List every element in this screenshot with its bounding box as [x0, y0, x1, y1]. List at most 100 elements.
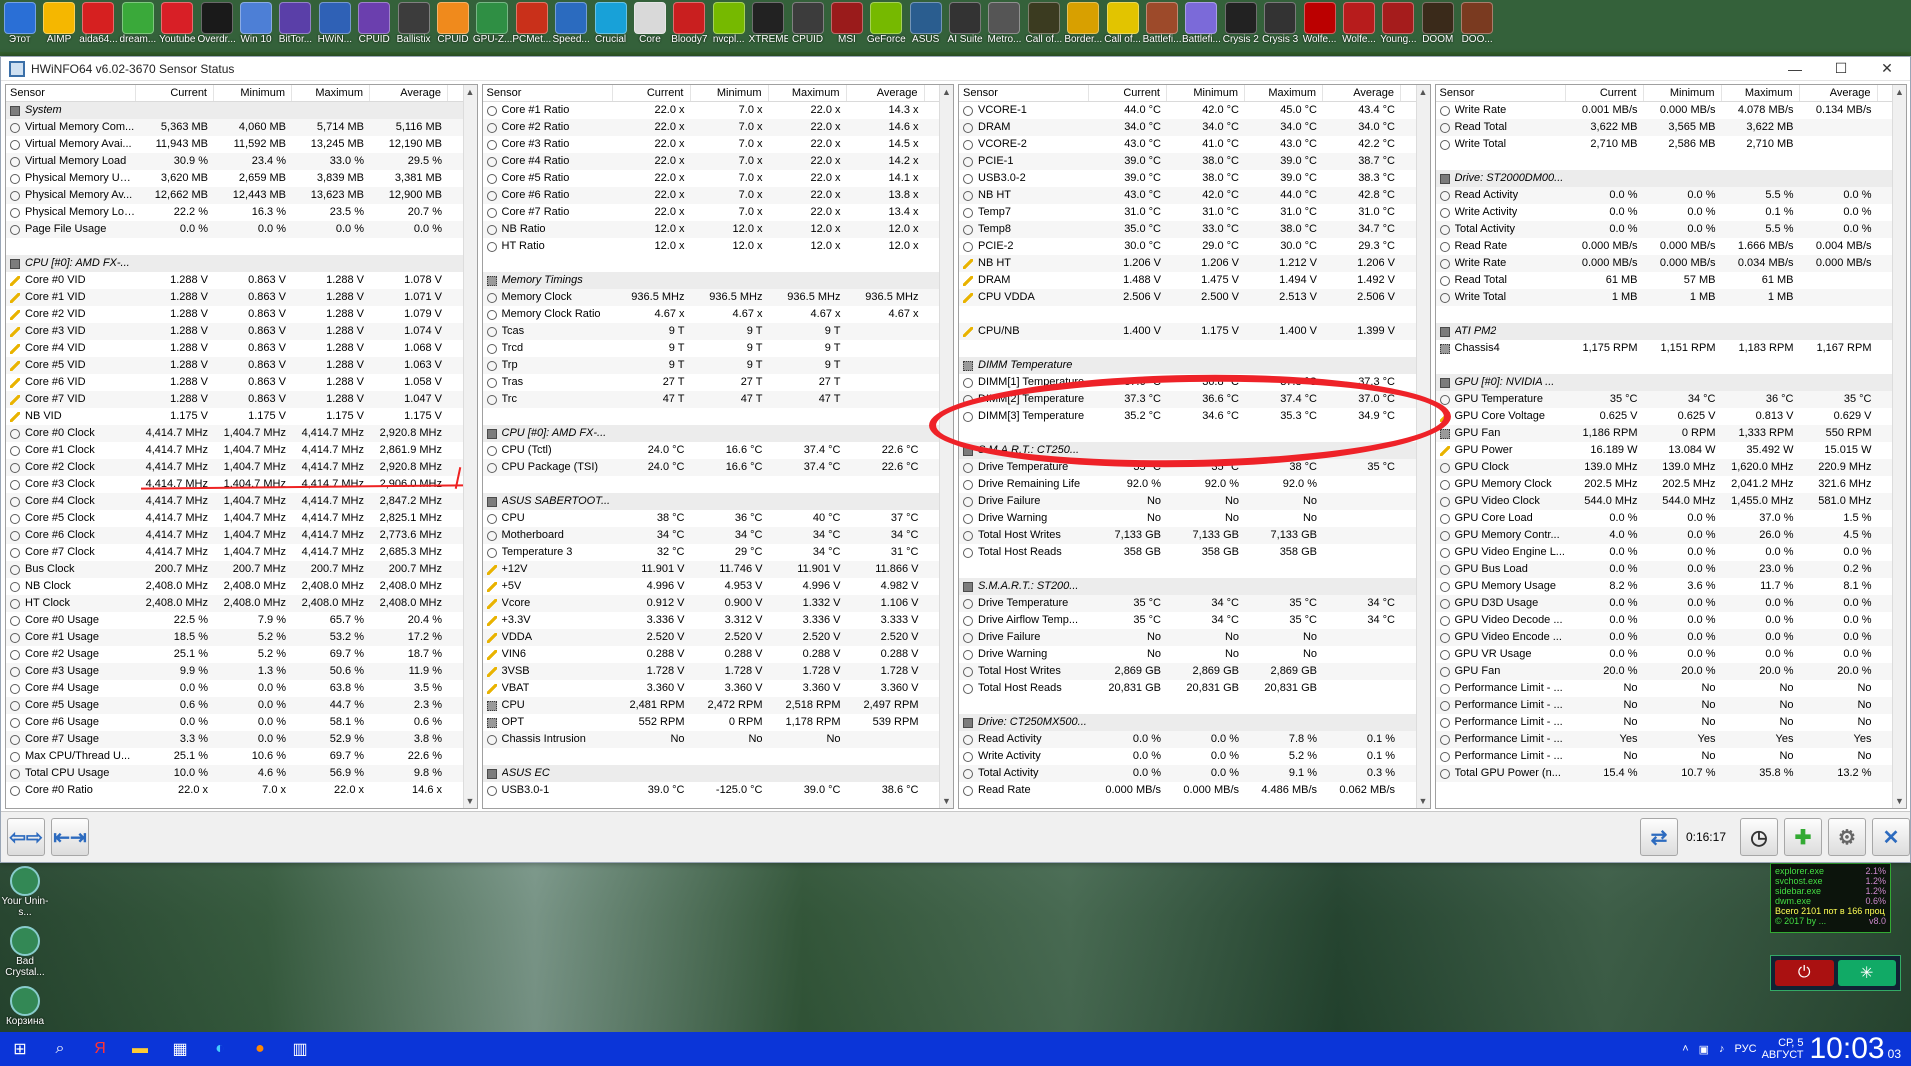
- sensor-row[interactable]: Write Rate 0.001 MB/s 0.000 MB/s 4.078 MB/s…: [1436, 102, 1907, 119]
- column-header-maximum[interactable]: Maximum: [1722, 85, 1800, 101]
- sensor-row[interactable]: Virtual Memory Load 30.9 % 23.4 % 33.0 % 29.…: [6, 153, 477, 170]
- sensor-row[interactable]: Write Rate 0.000 MB/s 0.000 MB/s 0.034 MB/s…: [1435, 255, 1906, 272]
- scroll-up-icon[interactable]: ▲: [942, 87, 951, 97]
- sensor-row[interactable]: Read Activity 0.0 % 0.0 % 5.5 % 0.0 %: [1435, 187, 1906, 204]
- desktop-shortcut[interactable]: Border...: [1064, 0, 1103, 52]
- sensor-row[interactable]: Read Rate 0.000 MB/s 0.000 MB/s 1.666 MB/s 0…: [1436, 238, 1907, 255]
- close-sensors-icon[interactable]: ✕: [1872, 818, 1910, 856]
- sensor-row[interactable]: Max CPU/Thread U... 25.1 % 10.6 % 69.7 % 22.…: [6, 748, 477, 765]
- sensor-row[interactable]: GPU Video Encode ... 0.0 % 0.0 % 0.0 % 0.0 %: [1435, 629, 1906, 646]
- edge-icon[interactable]: ◐: [200, 1032, 240, 1066]
- sensor-row[interactable]: Total CPU Usage 10.0 % 4.6 % 56.9 % 9.8 %: [6, 765, 477, 782]
- sensor-row[interactable]: CPU/NB 1.400 V 1.175 V 1.400 V 1.399 V: [959, 323, 1430, 340]
- sensor-group-header[interactable]: S.M.A.R.T.: CT250...: [959, 442, 1430, 459]
- sensor-group-header[interactable]: System: [6, 102, 477, 119]
- sensor-row[interactable]: Temperature 3 32 °C 29 °C 34 °C 31 °C: [483, 544, 954, 561]
- yandex-browser-icon[interactable]: Я: [80, 1032, 120, 1066]
- sensor-row[interactable]: CPU 38 °C 36 °C 40 °C 37 °C: [483, 510, 954, 527]
- sensor-row[interactable]: GPU Memory Usage 8.2 % 3.6 % 11.7 % 8.1 %: [1436, 578, 1907, 595]
- sensor-row[interactable]: Write Activity 0.0 % 0.0 % 5.2 % 0.1 %: [959, 748, 1430, 765]
- desktop-shortcut[interactable]: CPUID: [433, 0, 472, 52]
- sensor-row[interactable]: DIMM[3] Temperature 35.2 °C 34.6 °C 35.3 °C…: [959, 408, 1430, 425]
- sensor-row[interactable]: Temp7 31.0 °C 31.0 °C 31.0 °C 31.0 °C: [959, 204, 1430, 221]
- collapse-arrows-icon[interactable]: ⇤⇥: [51, 818, 89, 856]
- column-header-average[interactable]: Average: [847, 85, 925, 101]
- desktop-shortcut[interactable]: PCMet...: [512, 0, 551, 52]
- sensor-row[interactable]: Total Host Reads 20,831 GB 20,831 GB 20,831…: [959, 680, 1430, 697]
- sensor-row[interactable]: NB Clock 2,408.0 MHz 2,408.0 MHz 2,408.0 MH…: [6, 578, 477, 595]
- desktop-shortcut[interactable]: ASUS: [906, 0, 945, 52]
- sensor-row[interactable]: Core #5 VID 1.288 V 0.863 V 1.288 V 1.063 V: [6, 357, 477, 374]
- desktop-shortcut[interactable]: Crucial: [591, 0, 630, 52]
- tray-volume-icon[interactable]: ♪: [1719, 1043, 1725, 1055]
- sensor-row[interactable]: DIMM[2] Temperature 37.3 °C 36.6 °C 37.4 °C…: [959, 391, 1430, 408]
- sensor-group-header[interactable]: DIMM Temperature: [959, 357, 1430, 374]
- sensor-row[interactable]: GPU D3D Usage 0.0 % 0.0 % 0.0 % 0.0 %: [1435, 595, 1906, 612]
- sensor-row[interactable]: Trcd 9 T 9 T 9 T: [483, 340, 954, 357]
- sensor-row[interactable]: Core #5 Ratio 22.0 x 7.0 x 22.0 x 14.1 x: [483, 170, 954, 187]
- sensor-row[interactable]: Drive Warning No No No: [959, 646, 1430, 663]
- sensor-row[interactable]: PCIE-2 30.0 °C 29.0 °C 30.0 °C 29.3 °C: [959, 238, 1430, 255]
- vertical-scrollbar[interactable]: ▲ ▼: [939, 85, 953, 808]
- column-header-maximum[interactable]: Maximum: [1245, 85, 1323, 101]
- sensor-row[interactable]: Drive Failure No No No: [959, 629, 1430, 646]
- column-header-sensor[interactable]: Sensor: [6, 85, 136, 101]
- sensor-panel[interactable]: Sensor Current Minimum Maximum Average VCORE-…: [958, 84, 1431, 809]
- desktop-shortcut[interactable]: BitTor...: [276, 0, 315, 52]
- sensor-row[interactable]: Bus Clock 200.7 MHz 200.7 MHz 200.7 MHz 200.…: [6, 561, 477, 578]
- sensor-row[interactable]: Write Total 1 MB 1 MB 1 MB: [1435, 289, 1906, 306]
- column-header-current[interactable]: Current: [613, 85, 691, 101]
- shutdown-button[interactable]: ⏻: [1775, 960, 1834, 986]
- sensor-row[interactable]: 3VSB 1.728 V 1.728 V 1.728 V 1.728 V: [482, 663, 953, 680]
- scroll-up-icon[interactable]: ▲: [1419, 87, 1428, 97]
- sensor-row[interactable]: +5V 4.996 V 4.953 V 4.996 V 4.982 V: [483, 578, 954, 595]
- sensor-row[interactable]: Drive Temperature 35 °C 35 °C 38 °C 35 °C: [959, 459, 1430, 476]
- sensor-row[interactable]: NB VID 1.175 V 1.175 V 1.175 V 1.175 V: [6, 408, 477, 425]
- scroll-down-icon[interactable]: ▼: [1419, 796, 1428, 806]
- sensor-row[interactable]: GPU Video Engine L... 0.0 % 0.0 % 0.0 % 0.0 …: [1436, 544, 1907, 561]
- column-header-minimum[interactable]: Minimum: [214, 85, 292, 101]
- sensor-group-header[interactable]: CPU [#0]: AMD FX-...: [482, 425, 953, 442]
- sensor-row[interactable]: NB HT 1.206 V 1.206 V 1.212 V 1.206 V: [959, 255, 1430, 272]
- desktop-shortcut[interactable]: Crysis 3: [1261, 0, 1300, 52]
- sensor-group-header[interactable]: ASUS SABERTOOT...: [482, 493, 953, 510]
- sensor-row[interactable]: Core #4 Ratio 22.0 x 7.0 x 22.0 x 14.2 x: [482, 153, 953, 170]
- desktop-shortcut[interactable]: dream...: [118, 0, 157, 52]
- sensor-row[interactable]: Chassis4 1,175 RPM 1,151 RPM 1,183 RPM 1,167…: [1436, 340, 1907, 357]
- desktop-shortcut[interactable]: Youtube: [158, 0, 197, 52]
- sensor-row[interactable]: Drive Temperature 35 °C 34 °C 35 °C 34 °C: [959, 595, 1430, 612]
- sensor-row[interactable]: Physical Memory Av... 12,662 MB 12,443 MB 1…: [6, 187, 477, 204]
- sensor-row[interactable]: +3.3V 3.336 V 3.312 V 3.336 V 3.333 V: [483, 612, 954, 629]
- scroll-up-icon[interactable]: ▲: [466, 87, 475, 97]
- app-icon[interactable]: ▦: [160, 1032, 200, 1066]
- desktop-shortcut[interactable]: GeForce: [867, 0, 906, 52]
- sensor-row[interactable]: Total GPU Power (n... 15.4 % 10.7 % 35.8 % 1…: [1435, 765, 1906, 782]
- desktop-icon[interactable]: Bad Crystal...: [0, 926, 50, 978]
- desktop-shortcut[interactable]: MSI: [827, 0, 866, 52]
- settings-gear-icon[interactable]: ⚙: [1828, 818, 1866, 856]
- sensor-row[interactable]: GPU Video Decode ... 0.0 % 0.0 % 0.0 % 0.0 %: [1436, 612, 1907, 629]
- column-header-minimum[interactable]: Minimum: [1644, 85, 1722, 101]
- sensor-row[interactable]: Vcore 0.912 V 0.900 V 1.332 V 1.106 V: [482, 595, 953, 612]
- sensor-row[interactable]: Temp8 35.0 °C 33.0 °C 38.0 °C 34.7 °C: [959, 221, 1430, 238]
- sensor-row[interactable]: Tras 27 T 27 T 27 T: [483, 374, 954, 391]
- sensor-row[interactable]: Core #1 VID 1.288 V 0.863 V 1.288 V 1.071 V: [6, 289, 477, 306]
- sensor-row[interactable]: Core #4 Clock 4,414.7 MHz 1,404.7 MHz 4,414…: [6, 493, 477, 510]
- desktop-shortcut[interactable]: Call of...: [1024, 0, 1063, 52]
- desktop-shortcut[interactable]: nvcpl...: [709, 0, 748, 52]
- sensor-row[interactable]: GPU Video Clock 544.0 MHz 544.0 MHz 1,455.0…: [1435, 493, 1906, 510]
- vertical-scrollbar[interactable]: ▲ ▼: [1415, 85, 1430, 808]
- sensor-row[interactable]: GPU Memory Clock 202.5 MHz 202.5 MHz 2,041.…: [1436, 476, 1907, 493]
- sensor-group-header[interactable]: CPU [#0]: AMD FX-...: [6, 255, 477, 272]
- sensor-row[interactable]: USB3.0-1 39.0 °C -125.0 °C 39.0 °C 38.6 °C: [483, 782, 954, 799]
- sensor-group-header[interactable]: ASUS EC: [482, 765, 953, 782]
- maximize-button[interactable]: ☐: [1818, 57, 1864, 81]
- sensor-row[interactable]: Core #6 Usage 0.0 % 0.0 % 58.1 % 0.6 %: [6, 714, 477, 731]
- column-header-sensor[interactable]: Sensor: [959, 85, 1089, 101]
- desktop-shortcut[interactable]: GPU-Z...: [473, 0, 512, 52]
- sensor-row[interactable]: Core #3 Ratio 22.0 x 7.0 x 22.0 x 14.5 x: [483, 136, 954, 153]
- sensor-row[interactable]: Physical Memory Used 3,620 MB 2,659 MB 3,83…: [6, 170, 477, 187]
- sensor-row[interactable]: Read Activity 0.0 % 0.0 % 7.8 % 0.1 %: [959, 731, 1430, 748]
- desktop-shortcut[interactable]: Speed...: [551, 0, 590, 52]
- sensor-group-header[interactable]: Drive: ST2000DM00...: [1435, 170, 1906, 187]
